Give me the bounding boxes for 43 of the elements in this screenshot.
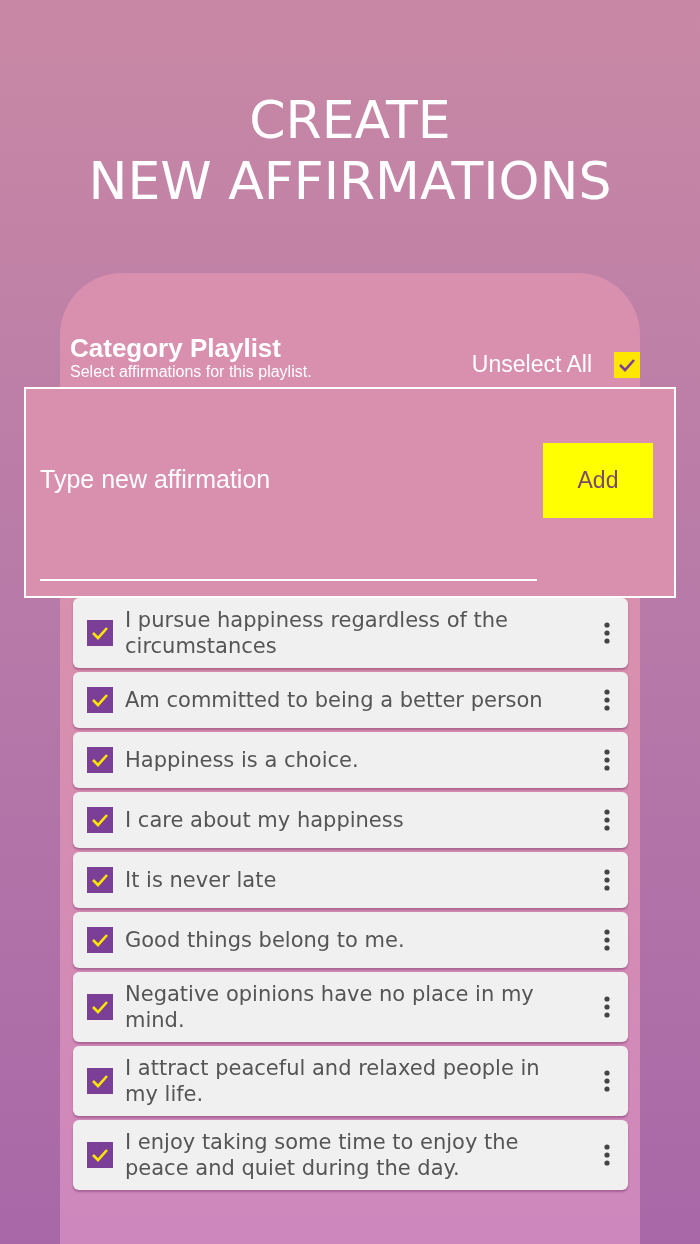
more-options-icon[interactable] bbox=[604, 689, 610, 711]
playlist-subtitle: Select affirmations for this playlist. bbox=[70, 363, 312, 381]
affirmation-text: I pursue happiness regardless of the circumstances bbox=[125, 607, 510, 659]
affirmation-text: I attract peaceful and relaxed people in my life. bbox=[125, 1055, 541, 1107]
affirmation-row[interactable]: It is never late bbox=[73, 852, 628, 908]
affirmation-row[interactable]: I attract peaceful and relaxed people in my life. bbox=[73, 1046, 628, 1116]
checkbox[interactable] bbox=[87, 687, 113, 713]
checkbox[interactable] bbox=[87, 867, 113, 893]
affirmation-text: Happiness is a choice. bbox=[125, 747, 360, 773]
checkbox[interactable] bbox=[614, 351, 640, 378]
more-options-icon[interactable] bbox=[604, 749, 610, 771]
playlist-title: Category Playlist bbox=[70, 333, 282, 363]
more-options-icon[interactable] bbox=[604, 1144, 610, 1166]
more-options-icon[interactable] bbox=[604, 1070, 610, 1092]
affirmation-text: I care about my happiness bbox=[125, 807, 405, 833]
affirmation-text: Good things belong to me. bbox=[125, 927, 406, 953]
checkbox[interactable] bbox=[87, 747, 113, 773]
affirmation-text: Negative opinions have no place in my mind. bbox=[125, 981, 535, 1033]
checkbox[interactable] bbox=[87, 1142, 113, 1168]
affirmation-text: Am committed to being a better person bbox=[125, 687, 544, 713]
headline: NEW AFFIRMATIONS bbox=[87, 151, 613, 212]
affirmation-text: It is never late bbox=[125, 867, 278, 893]
checkbox[interactable] bbox=[87, 1068, 113, 1094]
more-options-icon[interactable] bbox=[604, 869, 610, 891]
affirmation-row[interactable]: I enjoy taking some time to enjoy the peace and quiet during the day. bbox=[73, 1120, 628, 1190]
headline: CREATE bbox=[248, 90, 452, 151]
affirmation-row[interactable]: Happiness is a choice. bbox=[73, 732, 628, 788]
add-button[interactable]: Add bbox=[543, 443, 653, 518]
more-options-icon[interactable] bbox=[604, 929, 610, 951]
affirmation-row[interactable]: Negative opinions have no place in my mind. bbox=[73, 972, 628, 1042]
more-options-icon[interactable] bbox=[604, 809, 610, 831]
checkbox[interactable] bbox=[87, 807, 113, 833]
checkbox[interactable] bbox=[87, 927, 113, 953]
affirmation-row[interactable]: Good things belong to me. bbox=[73, 912, 628, 968]
more-options-icon[interactable] bbox=[604, 996, 610, 1018]
affirmation-text: I enjoy taking some time to enjoy the peace and quiet during the day. bbox=[125, 1129, 520, 1181]
checkbox[interactable] bbox=[87, 620, 113, 646]
affirmation-row[interactable]: I pursue happiness regardless of the circumstances bbox=[73, 598, 628, 668]
more-options-icon[interactable] bbox=[604, 622, 610, 644]
affirmation-row[interactable]: I care about my happiness bbox=[73, 792, 628, 848]
unselect-all-label: Unselect All bbox=[471, 351, 592, 378]
checkbox[interactable] bbox=[87, 994, 113, 1020]
affirmation-row[interactable]: Am committed to being a better person bbox=[73, 672, 628, 728]
